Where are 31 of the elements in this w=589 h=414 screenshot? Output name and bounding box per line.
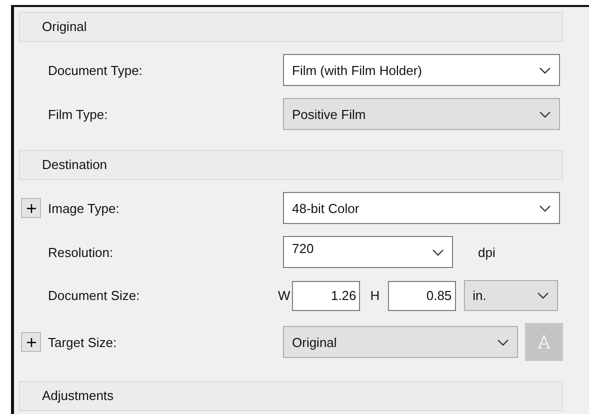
chevron-down-icon [539,204,551,212]
chevron-down-icon [539,110,551,118]
height-label: H [370,288,380,303]
dropdown[interactable]: 720 [283,236,453,268]
field-label: Image Type: [48,200,120,216]
field-label: Document Size: [47,288,140,303]
dropdown[interactable]: Original [283,326,518,358]
chevron-down-icon [497,338,509,346]
unit-dropdown[interactable]: in. [464,280,558,311]
field-label: Document Type: [47,62,142,78]
field-label: Target Size: [48,334,117,350]
dropdown[interactable]: Positive Film [283,98,560,130]
width-field[interactable]: 1.26 [292,280,360,310]
width-label: W [278,288,290,303]
field-label: Film Type: [47,106,108,122]
section-header: Destination [19,150,563,180]
expand-button[interactable] [21,332,41,352]
field-label: Resolution: [47,244,114,260]
section-header: Original [19,12,563,42]
expand-button[interactable] [21,198,41,218]
chevron-down-icon [539,66,551,74]
section-header: Adjustments [19,381,563,411]
height-field[interactable]: 0.85 [388,280,456,310]
chevron-down-icon [536,292,549,299]
unit-label: dpi [478,244,496,260]
chevron-down-icon [432,249,444,256]
dropdown[interactable]: Film (with Film Holder) [283,54,560,86]
font-icon [538,334,550,350]
plus-icon [26,204,36,212]
dropdown[interactable]: 48-bit Color [283,192,560,224]
plus-icon [26,338,36,346]
